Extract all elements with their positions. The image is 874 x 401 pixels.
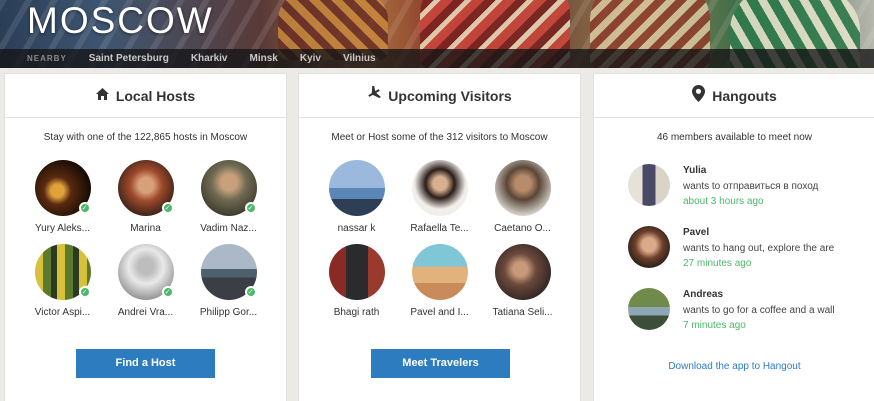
visitor-profile[interactable]: Rafaella Te... [397,160,482,234]
member-message: wants to отправиться в поход [683,181,819,192]
host-name[interactable]: Marina [103,223,188,234]
avatar[interactable] [411,244,468,300]
house-icon [95,87,109,105]
card-header: Upcoming Visitors [299,74,580,118]
visitor-name[interactable]: Tatiana Seli... [480,307,565,318]
map-pin-icon [692,84,706,107]
meet-travelers-button[interactable]: Meet Travelers [371,349,510,378]
host-profile[interactable]: ✓ Marina [103,160,188,234]
card-header: Hangouts [594,74,874,118]
avatar[interactable] [328,244,385,300]
hangout-text: Andreas wants to go for a coffee and a w… [683,289,873,331]
nearby-cities-bar: NEARBY Saint Petersburg Kharkiv Minsk Ky… [0,49,874,68]
member-name: Pavel [683,227,710,238]
member-time: 27 minutes ago [683,258,752,269]
avatar[interactable] [494,160,551,216]
member-time: about 3 hours ago [683,196,764,207]
host-profile[interactable]: ✓ Yury Aleks... [20,160,105,234]
hangout-text: Pavel wants to hang out, explore the are… [683,227,873,269]
host-name[interactable]: Victor Aspi... [20,307,105,318]
airplane-icon [367,84,382,105]
visitor-profile[interactable]: Caetano O... [480,160,565,234]
hangout-text: Yulia wants to отправиться в поход about… [683,165,873,207]
member-time: 7 minutes ago [683,320,746,331]
host-name[interactable]: Yury Aleks... [20,223,105,234]
upcoming-visitors-card: Upcoming Visitors Meet or Host some of t… [299,74,580,401]
verified-check-icon: ✓ [244,202,257,214]
member-name: Andreas [683,289,724,300]
avatar[interactable]: ✓ [200,244,257,300]
verified-check-icon: ✓ [161,286,174,298]
hangouts-card: Hangouts 46 members available to meet no… [594,74,874,401]
member-message: wants to hang out, explore the are [683,243,835,254]
card-subtitle: 46 members available to meet now [656,132,813,143]
visitor-name[interactable]: Rafaella Te... [397,223,482,234]
local-hosts-card: Local Hosts Stay with one of the 122,865… [5,74,286,401]
download-app-link[interactable]: Download the app to Hangout [594,361,874,372]
host-profile[interactable]: ✓ Vadim Naz... [186,160,271,234]
verified-check-icon: ✓ [78,286,91,298]
avatar[interactable] [628,164,670,206]
member-message: wants to go for a coffee and a wall [683,305,835,316]
host-profile[interactable]: ✓ Victor Aspi... [20,244,105,318]
card-title: Hangouts [712,87,777,104]
verified-check-icon: ✓ [161,202,174,214]
find-host-button[interactable]: Find a Host [76,349,215,378]
avatar[interactable]: ✓ [117,244,174,300]
nearby-city-link[interactable]: Minsk [250,53,278,64]
avatar[interactable]: ✓ [200,160,257,216]
hangout-member-row[interactable]: Yulia wants to отправиться в поход about… [628,164,868,208]
verified-check-icon: ✓ [78,202,91,214]
visitor-name[interactable]: Caetano O... [480,223,565,234]
avatar[interactable] [628,226,670,268]
nearby-city-link[interactable]: Saint Petersburg [89,53,169,64]
card-subtitle: Stay with one of the 122,865 hosts in Mo… [43,132,248,143]
visitor-profile[interactable]: Pavel and I... [397,244,482,318]
host-profile[interactable]: ✓ Andrei Vra... [103,244,188,318]
card-title: Upcoming Visitors [388,87,512,104]
visitor-profile[interactable]: Tatiana Seli... [480,244,565,318]
nearby-city-link[interactable]: Kharkiv [191,53,228,64]
hangout-member-row[interactable]: Andreas wants to go for a coffee and a w… [628,288,868,332]
avatar[interactable]: ✓ [117,160,174,216]
city-title: MOSCOW [27,0,214,41]
host-name[interactable]: Philipp Gor... [186,307,271,318]
avatar[interactable] [628,288,670,330]
visitor-profile[interactable]: nassar k [314,160,399,234]
visitor-name[interactable]: Bhagi rath [314,307,399,318]
nearby-city-link[interactable]: Kyiv [300,53,321,64]
city-hero-banner: MOSCOW NEARBY Saint Petersburg Kharkiv M… [0,0,874,68]
member-name: Yulia [683,165,707,176]
host-profile[interactable]: ✓ Philipp Gor... [186,244,271,318]
card-header: Local Hosts [5,74,286,118]
avatar[interactable] [328,160,385,216]
card-title: Local Hosts [115,87,196,104]
verified-check-icon: ✓ [244,286,257,298]
avatar[interactable] [494,244,551,300]
visitor-name[interactable]: nassar k [314,223,399,234]
nearby-label: NEARBY [27,54,67,63]
host-name[interactable]: Andrei Vra... [103,307,188,318]
avatar[interactable]: ✓ [34,160,91,216]
visitor-name[interactable]: Pavel and I... [397,307,482,318]
nearby-city-link[interactable]: Vilnius [343,53,376,64]
card-subtitle: Meet or Host some of the 312 visitors to… [331,132,548,143]
avatar[interactable] [411,160,468,216]
avatar[interactable]: ✓ [34,244,91,300]
hangout-member-row[interactable]: Pavel wants to hang out, explore the are… [628,226,868,270]
visitor-profile[interactable]: Bhagi rath [314,244,399,318]
host-name[interactable]: Vadim Naz... [186,223,271,234]
